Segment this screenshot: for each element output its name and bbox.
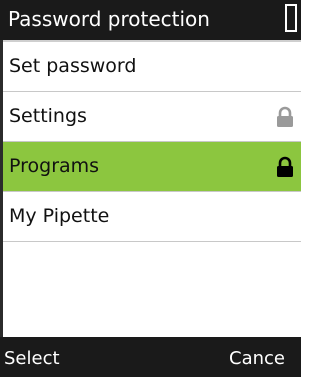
title-bar: Password protection (0, 0, 301, 40)
menu-item-label: My Pipette (9, 205, 110, 227)
battery-icon (285, 4, 297, 32)
menu-item-programs[interactable]: Programs (3, 142, 301, 192)
menu-item-my-pipette[interactable]: My Pipette (3, 192, 301, 242)
empty-list-area (3, 280, 301, 337)
lock-icon (277, 156, 293, 177)
lock-icon (277, 106, 293, 127)
cancel-softkey[interactable]: Cance (229, 348, 285, 370)
select-softkey[interactable]: Select (4, 348, 60, 370)
menu-item-label: Set password (9, 55, 137, 77)
screen-title: Password protection (8, 7, 210, 31)
device-screen: Password protection Set password Setting… (0, 0, 301, 377)
softkey-bar: Select Cance (0, 337, 301, 377)
menu-item-label: Settings (9, 105, 87, 127)
menu-item-settings[interactable]: Settings (3, 92, 301, 142)
menu-item-set-password[interactable]: Set password (3, 42, 301, 92)
menu-item-label: Programs (9, 155, 100, 177)
